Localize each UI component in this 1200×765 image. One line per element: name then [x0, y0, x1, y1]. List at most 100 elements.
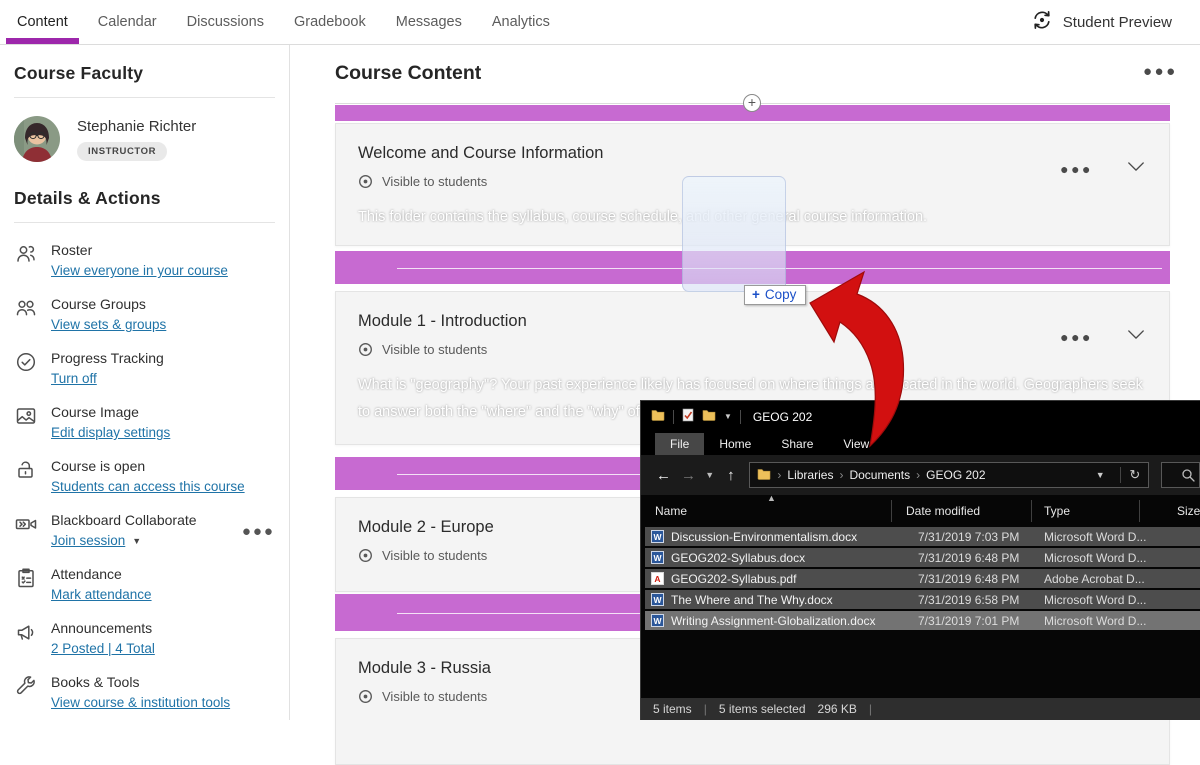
course-content-menu-button[interactable]: ●●●	[1143, 63, 1178, 80]
item-menu-button[interactable]: ●●●	[242, 523, 275, 540]
quick-access-caret-icon[interactable]: ▼	[724, 412, 732, 421]
status-bar: 5 items | 5 items selected 296 KB |	[641, 698, 1200, 720]
sidebar-item-link[interactable]: View everyone in your course	[51, 260, 228, 281]
column-headers: ▲ Name Date modified Type Size	[641, 495, 1200, 525]
back-button[interactable]: ←	[651, 467, 676, 484]
nav-tab[interactable]: Messages	[381, 0, 477, 44]
plus-icon: +	[752, 287, 760, 302]
file-name: The Where and The Why.docx	[671, 593, 833, 607]
nav-tab[interactable]: Analytics	[477, 0, 565, 44]
sidebar-item: Course is open Students can access this …	[14, 457, 275, 497]
visibility-status[interactable]: Visible to students	[382, 174, 487, 189]
pdf-file-icon: A	[651, 572, 664, 585]
breadcrumb-separator-icon: ›	[916, 468, 920, 482]
sidebar-item-link[interactable]: View sets & groups	[51, 314, 166, 335]
breadcrumb-item[interactable]: Libraries	[787, 468, 833, 482]
refresh-icon[interactable]: ↻	[1120, 467, 1148, 483]
instructor-row: Stephanie Richter INSTRUCTOR	[14, 116, 275, 162]
student-preview-label: Student Preview	[1063, 14, 1172, 31]
sidebar-item-label: Course Image	[51, 403, 275, 422]
file-row[interactable]: W Writing Assignment-Globalization.docx …	[645, 611, 1200, 630]
file-type: Microsoft Word D...	[1044, 530, 1146, 544]
breadcrumb: Libraries › Documents › GEOG 202 ›	[787, 468, 1080, 482]
visibility-status[interactable]: Visible to students	[382, 548, 487, 563]
sidebar-item-link[interactable]: Edit display settings	[51, 422, 170, 443]
sidebar-item: Course Image Edit display settings▼ ●●●	[14, 403, 275, 443]
file-row[interactable]: W The Where and The Why.docx 7/31/2019 6…	[645, 590, 1200, 609]
file-date-modified: 7/31/2019 6:58 PM	[918, 593, 1019, 607]
card-title[interactable]: Module 1 - Introduction	[358, 312, 1147, 331]
card-menu-button[interactable]: ●●●	[1060, 329, 1093, 345]
divider	[14, 97, 275, 98]
sidebar-item-link[interactable]: Turn off	[51, 368, 97, 389]
sidebar-item: Roster View everyone in your course▼ ●●●	[14, 241, 275, 281]
file-row[interactable]: A GEOG202-Syllabus.pdf 7/31/2019 6:48 PM…	[645, 569, 1200, 588]
file-row[interactable]: W GEOG202-Syllabus.docx 7/31/2019 6:48 P…	[645, 548, 1200, 567]
sidebar-item-link[interactable]: Mark attendance	[51, 584, 152, 605]
visibility-status[interactable]: Visible to students	[382, 689, 487, 704]
nav-tab[interactable]: Calendar	[83, 0, 172, 44]
word-file-icon: W	[651, 530, 664, 543]
ribbon-tab[interactable]: File	[655, 433, 704, 455]
recent-locations-caret-icon[interactable]: ▼	[701, 470, 718, 480]
divider	[673, 410, 674, 424]
breadcrumb-item[interactable]: GEOG 202	[926, 468, 985, 482]
address-bar[interactable]: › Libraries › Documents › GEOG 202 › ▼ ↻	[749, 462, 1149, 488]
nav-tab[interactable]: Content	[2, 0, 83, 44]
sidebar-item-label: Progress Tracking	[51, 349, 275, 368]
address-dropdown-caret-icon[interactable]: ▼	[1086, 470, 1114, 480]
word-file-icon: W	[651, 614, 664, 627]
sidebar-item-label: Books & Tools	[51, 673, 275, 692]
breadcrumb-item[interactable]: Documents	[849, 468, 910, 482]
explorer-titlebar[interactable]: ▼ GEOG 202	[641, 401, 1200, 432]
file-type: Microsoft Word D...	[1044, 593, 1146, 607]
nav-tab[interactable]: Gradebook	[279, 0, 381, 44]
sidebar-item-link[interactable]: Join session	[51, 530, 125, 551]
card-menu-button[interactable]: ●●●	[1060, 161, 1093, 177]
sidebar-item-link[interactable]: Students can access this course	[51, 476, 245, 497]
details-actions-list: Roster View everyone in your course▼ ●●●…	[14, 241, 275, 713]
student-preview-button[interactable]: Student Preview	[1031, 9, 1200, 35]
card-title[interactable]: Welcome and Course Information	[358, 144, 1147, 163]
file-list-empty-area[interactable]	[641, 632, 1200, 698]
explorer-ribbon: File Home Share View	[641, 432, 1200, 455]
sidebar-item-label: Attendance	[51, 565, 275, 584]
visibility-status[interactable]: Visible to students	[382, 342, 487, 357]
new-folder-icon[interactable]	[702, 409, 716, 424]
sidebar-item-label: Announcements	[51, 619, 275, 638]
breadcrumb-separator-icon: ›	[777, 468, 781, 482]
forward-button[interactable]: →	[676, 467, 701, 484]
file-type: Microsoft Word D...	[1044, 551, 1146, 565]
sidebar-item-label: Course Groups	[51, 295, 275, 314]
file-date-modified: 7/31/2019 7:01 PM	[918, 614, 1019, 628]
column-header-type[interactable]: Type	[1044, 504, 1070, 518]
roster-icon	[14, 242, 38, 266]
sidebar-item: Progress Tracking Turn off▼ ●●●	[14, 349, 275, 389]
nav-tab[interactable]: Discussions	[172, 0, 279, 44]
sidebar-item-link[interactable]: View course & institution tools	[51, 692, 230, 713]
instructor-name[interactable]: Stephanie Richter	[77, 118, 196, 135]
add-content-button[interactable]: +	[743, 94, 761, 112]
instructor-avatar[interactable]	[14, 116, 60, 162]
properties-check-icon[interactable]	[682, 408, 694, 425]
up-button[interactable]: ↑	[718, 467, 743, 484]
sidebar-item-link[interactable]: 2 Posted | 4 Total	[51, 638, 155, 659]
student-preview-icon	[1031, 9, 1053, 35]
column-header-name[interactable]: Name	[655, 504, 687, 518]
search-box[interactable]	[1161, 462, 1200, 488]
chevron-down-icon[interactable]: ▼	[132, 536, 141, 546]
file-row[interactable]: W Discussion-Environmentalism.docx 7/31/…	[645, 527, 1200, 546]
instructor-role-badge: INSTRUCTOR	[77, 142, 167, 161]
column-header-date[interactable]: Date modified	[906, 504, 980, 518]
visible-eye-icon	[358, 174, 373, 189]
chevron-down-icon[interactable]	[1127, 160, 1145, 178]
file-date-modified: 7/31/2019 6:48 PM	[918, 572, 1019, 586]
file-name: GEOG202-Syllabus.docx	[671, 551, 805, 565]
ribbon-tab[interactable]: Home	[704, 433, 766, 455]
divider	[14, 222, 275, 223]
sidebar-item-label: Course is open	[51, 457, 275, 476]
status-item-count: 5 items	[653, 702, 692, 716]
chevron-down-icon[interactable]	[1127, 328, 1145, 346]
column-header-size[interactable]: Size	[1177, 504, 1200, 518]
sidebar-item-label: Roster	[51, 241, 275, 260]
